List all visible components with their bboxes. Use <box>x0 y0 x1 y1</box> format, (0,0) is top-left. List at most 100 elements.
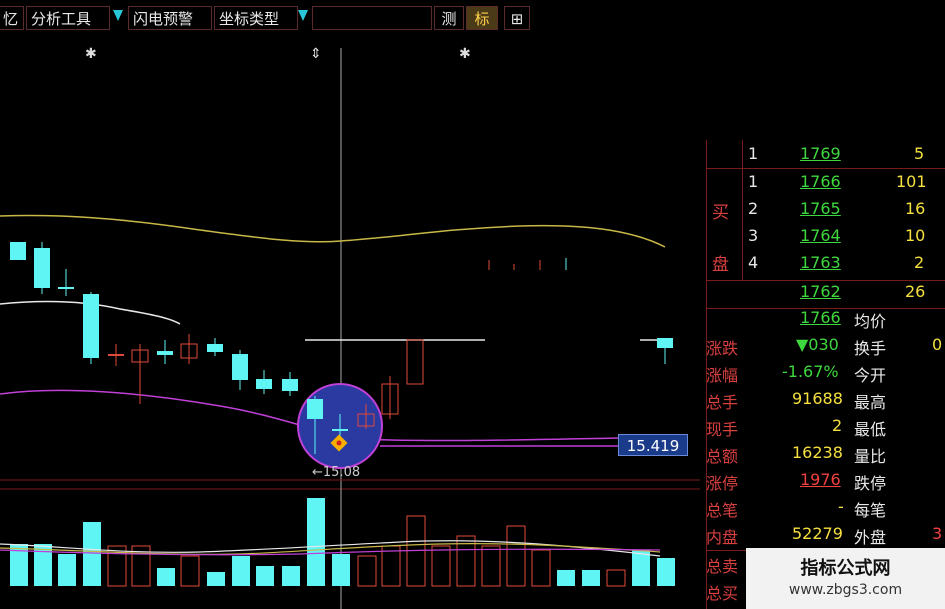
candle <box>256 379 272 389</box>
order-volume: 2 <box>914 253 925 272</box>
stat-label: 今开 <box>854 366 887 385</box>
order-price: 1764 <box>800 226 841 245</box>
toolbar-blank-field[interactable] <box>312 6 432 30</box>
coord-type-menu[interactable]: 坐标类型 <box>214 6 298 30</box>
candle <box>83 294 99 358</box>
order-level: 2 <box>748 199 759 218</box>
candle <box>282 379 298 391</box>
stat-value: -1.67% <box>782 362 839 381</box>
stat-label: 涨跌 <box>706 339 739 358</box>
candle <box>657 338 673 348</box>
measure-button[interactable]: 测 <box>434 6 464 30</box>
stat-row: 涨幅 -1.67% 今开 <box>700 360 945 386</box>
stat-label: 总卖 <box>706 557 739 576</box>
stat-label: 涨停 <box>706 474 739 493</box>
analysis-tools-dropdown-icon[interactable] <box>113 10 123 21</box>
order-row[interactable]: 3 1764 10 <box>700 224 945 250</box>
stat-value: 52279 <box>792 524 843 543</box>
stat-value: ▼030 <box>796 335 839 354</box>
order-level: 3 <box>748 226 759 245</box>
watermark-title: 指标公式网 <box>800 558 891 579</box>
order-price: 1769 <box>800 144 841 163</box>
coord-type-dropdown-icon[interactable] <box>298 10 308 21</box>
order-volume: 101 <box>896 172 927 191</box>
price-tag: 15.419 <box>618 434 688 456</box>
order-level: 1 <box>748 172 759 191</box>
star-marker-3: ✱ <box>459 46 471 62</box>
order-divider-1 <box>706 168 945 169</box>
order-price: 1762 <box>800 282 841 301</box>
quote-panel: 买 盘 1 1769 5 1 1766 101 2 1765 16 3 1764… <box>700 140 945 609</box>
stat-row: 总额 16238 量比 <box>700 441 945 467</box>
stat-row: 现手 2 最低 <box>700 414 945 440</box>
stat-label: 总手 <box>706 393 739 412</box>
stat-label: 涨幅 <box>706 366 739 385</box>
candle <box>207 344 223 352</box>
stat-value: 16238 <box>792 443 843 462</box>
candle <box>406 339 424 385</box>
add-plus-icon[interactable]: ⊞ <box>504 6 530 30</box>
volume-bars <box>10 498 675 587</box>
analysis-tools-menu[interactable]: 分析工具 <box>26 6 110 30</box>
stat-row: 总笔 - 每笔 <box>700 495 945 521</box>
stat-value: 1766 <box>800 308 841 327</box>
stat-label: 量比 <box>854 447 887 466</box>
order-volume: 5 <box>914 144 925 163</box>
stat-row: 涨跌 ▼030 换手 0 <box>700 333 945 359</box>
stat-label: 外盘 <box>854 528 887 547</box>
volume-chart[interactable] <box>0 484 700 609</box>
candlestick-chart[interactable]: ✱ ⇕ ✱ ←15.08 <box>0 34 700 484</box>
order-row[interactable]: 1762 26 <box>700 280 945 306</box>
stat-value: - <box>838 497 844 516</box>
stat-label: 跌停 <box>854 474 887 493</box>
order-row[interactable]: 4 1763 2 <box>700 251 945 277</box>
star-marker-2: ⇕ <box>310 46 322 62</box>
candle <box>34 248 50 288</box>
star-marker-1: ✱ <box>85 46 97 62</box>
stat-label: 均价 <box>854 312 887 331</box>
low-price-label: ←15.08 <box>312 465 360 480</box>
order-row[interactable]: 1 1769 5 <box>700 142 945 168</box>
order-volume: 16 <box>905 199 926 218</box>
order-row[interactable]: 2 1765 16 <box>700 197 945 223</box>
stat-row: 1766 均价 <box>700 306 945 332</box>
stat-label: 内盘 <box>706 528 739 547</box>
stat-row: 涨停 1976 跌停 <box>700 468 945 494</box>
stat-label: 最低 <box>854 420 887 439</box>
stat-label: 总买 <box>706 584 739 603</box>
candle <box>307 399 323 419</box>
memory-menu-item[interactable]: 忆 <box>0 6 24 30</box>
order-volume: 10 <box>905 226 926 245</box>
stat-label: 现手 <box>706 420 739 439</box>
order-price: 1763 <box>800 253 841 272</box>
order-price: 1765 <box>800 199 841 218</box>
stat-label: 总笔 <box>706 501 739 520</box>
order-level: 4 <box>748 253 759 272</box>
stat-label: 最高 <box>854 393 887 412</box>
flash-alert-menu[interactable]: 闪电预警 <box>128 6 212 30</box>
stat-label: 换手 <box>854 339 887 358</box>
candle <box>108 354 124 356</box>
stat-label: 每笔 <box>854 501 887 520</box>
candle <box>10 242 26 260</box>
stat-label: 总额 <box>706 447 739 466</box>
tick-marks <box>488 258 567 270</box>
ma-yellow-line <box>0 214 666 248</box>
stat-value: 0 <box>932 335 943 354</box>
order-price: 1766 <box>800 172 841 191</box>
stat-value: 2 <box>832 416 843 435</box>
mark-button[interactable]: 标 <box>466 6 498 30</box>
order-volume: 26 <box>905 282 926 301</box>
watermark-url: www.zbgs3.com <box>788 582 903 598</box>
stat-row: 总手 91688 最高 <box>700 387 945 413</box>
candle <box>332 429 348 431</box>
order-level: 1 <box>748 144 759 163</box>
stat-value: 1976 <box>800 470 841 489</box>
stat-row: 内盘 52279 外盘 3 <box>700 522 945 548</box>
stat-value: 91688 <box>792 389 843 408</box>
candle <box>58 287 74 289</box>
site-watermark: 指标公式网 www.zbgs3.com <box>746 548 945 609</box>
stat-value: 3 <box>932 524 943 543</box>
toolbar: 忆 分析工具 闪电预警 坐标类型 测 标 ⊞ <box>0 0 532 34</box>
order-row[interactable]: 1 1766 101 <box>700 170 945 196</box>
